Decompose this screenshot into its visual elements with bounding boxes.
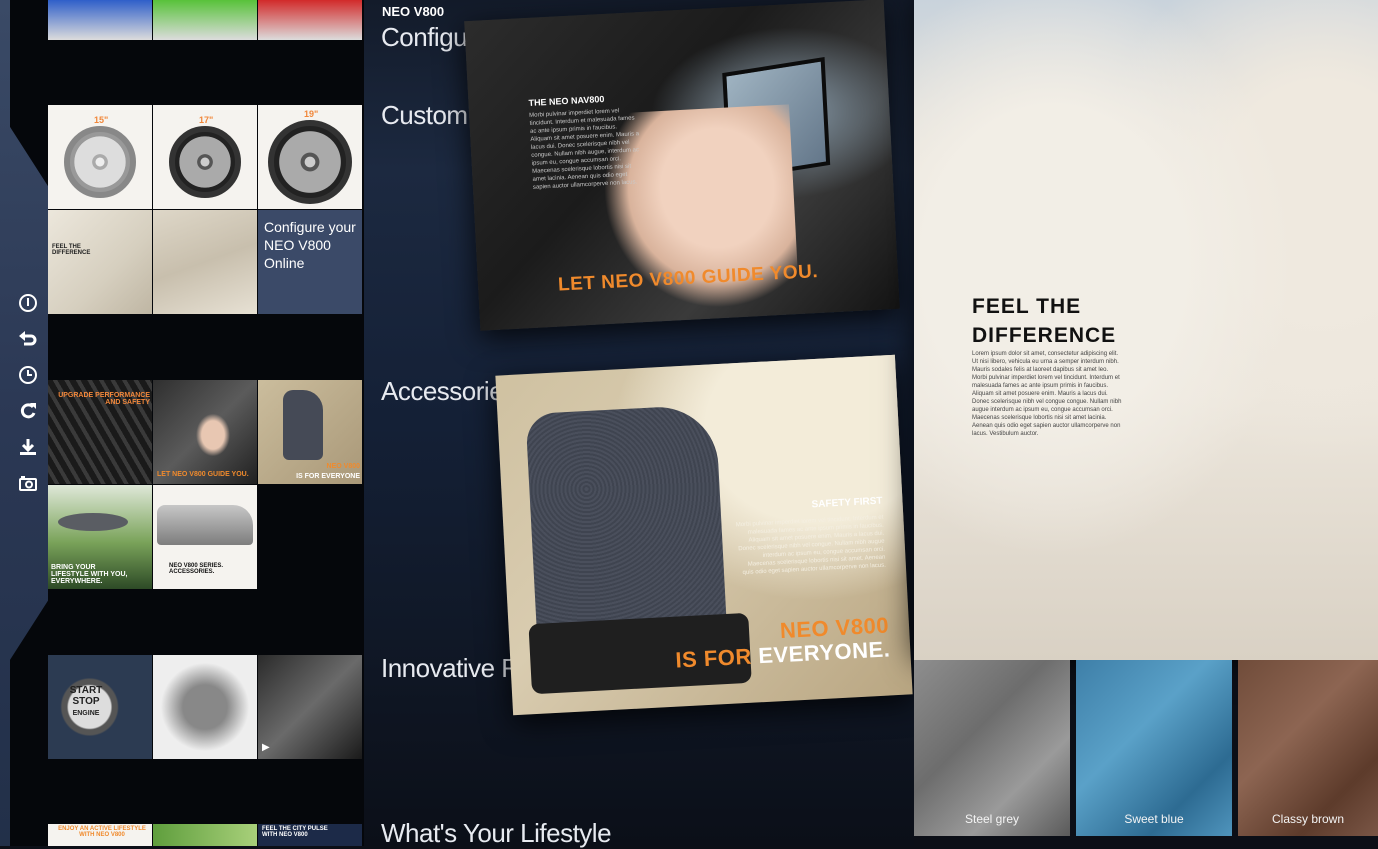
thumb-seat-interior[interactable]: FEEL THE DIFFERENCE <box>48 210 152 314</box>
thumb-frame-video[interactable]: ▶ <box>258 655 362 759</box>
swatch-sweet-blue[interactable]: Sweet blue <box>1076 660 1232 836</box>
kid-thumb-caption-2: IS FOR EVERYONE <box>296 473 360 480</box>
lifestyle-caption-2: FEEL THE CITY PULSE WITH NEO V800 <box>262 826 328 838</box>
thumb-engine[interactable] <box>153 655 257 759</box>
thumb-lifestyle-active[interactable]: ENJOY AN ACTIVE LIFESTYLE WITH NEO V800 <box>48 824 152 846</box>
wheel-image <box>268 120 352 205</box>
thumb-lifestyle-city[interactable]: FEEL THE CITY PULSE WITH NEO V800 <box>258 824 362 846</box>
back-button[interactable] <box>8 321 48 357</box>
roof-box-image <box>58 513 128 531</box>
section-configure[interactable]: Configu <box>381 22 468 53</box>
safety-card-slogan: NEO V800 IS FOR EVERYONE. <box>674 612 891 673</box>
thumbnail-column: 15" 17" 19" FEEL THE DIFFERENCE Configur… <box>48 0 364 846</box>
thumb-start-stop[interactable]: START STOP ENGINE <box>48 655 152 759</box>
toolbar <box>8 285 48 501</box>
thumb-wheel-17[interactable]: 17" <box>153 105 257 209</box>
slogan-line2: EVERYONE. <box>757 636 891 669</box>
engine-label: ENGINE <box>72 710 100 717</box>
accessories-caption: NEO V800 SERIES. ACCESSORIES. <box>169 563 224 575</box>
stop-label: STOP <box>72 696 100 707</box>
thumb-wheel-19[interactable]: 19" <box>258 105 362 209</box>
thumb-car-blue[interactable] <box>48 0 152 40</box>
thumb-lifestyle-nature[interactable] <box>153 824 257 846</box>
child-seat-image <box>283 390 323 460</box>
refresh-icon <box>20 403 36 419</box>
history-icon <box>19 366 37 384</box>
safety-card-heading: SAFETY FIRST <box>811 495 883 511</box>
hero-title-line1: FEEL THE <box>972 295 1082 318</box>
swatch-steel-grey[interactable]: Steel grey <box>914 660 1070 836</box>
thumb-roof-box[interactable]: BRING YOUR LIFESTYLE WITH YOU, EVERYWHER… <box>48 485 152 589</box>
thumb-tire[interactable]: UPGRADE PERFORMANCE AND SAFETY <box>48 380 152 484</box>
tire-caption: UPGRADE PERFORMANCE AND SAFETY <box>58 392 150 406</box>
brand-title: NEO V800 <box>382 4 445 19</box>
history-button[interactable] <box>8 357 48 393</box>
nav-card-body: Morbi pulvinar imperdiet lorem vel tinci… <box>529 108 640 191</box>
thumb-wheel-15[interactable]: 15" <box>48 105 152 209</box>
thumb-seat-caption: FEEL THE DIFFERENCE <box>52 244 91 256</box>
thumb-navigation[interactable]: LET NEO V800 GUIDE YOU. <box>153 380 257 484</box>
nav-thumb-caption: LET NEO V800 GUIDE YOU. <box>157 471 249 478</box>
swatch-label: Steel grey <box>964 812 1020 826</box>
hero-title-line2: DIFFERENCE <box>972 324 1117 347</box>
thumb-car-red[interactable] <box>258 0 362 40</box>
swatch-label: Classy brown <box>1271 812 1345 826</box>
swatch-classy-brown[interactable]: Classy brown <box>1238 660 1378 836</box>
lifestyle-caption-1: ENJOY AN ACTIVE LIFESTYLE WITH NEO V800 <box>58 826 146 838</box>
camera-icon <box>19 476 37 491</box>
slogan-line2-accent: IS FOR <box>674 643 753 673</box>
navigation-card[interactable]: THE NEO NAV800 Morbi pulvinar imperdiet … <box>464 0 900 331</box>
configure-online-label: Configure your NEO V800 Online <box>264 219 356 271</box>
safety-card-body: Morbi pulvinar imperdiet lorem vel tinci… <box>735 514 887 577</box>
refresh-button[interactable] <box>8 393 48 429</box>
thumb-accessories[interactable]: NEO V800 SERIES. ACCESSORIES. <box>153 485 257 589</box>
play-icon[interactable]: ▶ <box>262 742 270 753</box>
wheel-image <box>169 126 241 199</box>
section-lifestyle[interactable]: What's Your Lifestyle <box>381 818 612 849</box>
safety-card[interactable]: SAFETY FIRST Morbi pulvinar imperdiet lo… <box>495 354 913 716</box>
thumb-child-seat[interactable]: NEO V800 IS FOR EVERYONE <box>258 380 362 484</box>
thumb-seat-detail[interactable] <box>153 210 257 314</box>
hero-body: Lorem ipsum dolor sit amet, consectetur … <box>972 351 1122 437</box>
download-button[interactable] <box>8 429 48 465</box>
wheel-size-label: 17" <box>199 115 214 125</box>
section-innovative-features[interactable]: Innovative Fe <box>381 653 531 684</box>
thumb-car-green[interactable] <box>153 0 257 40</box>
hand-image <box>193 410 233 460</box>
camera-button[interactable] <box>8 465 48 501</box>
configure-online-link[interactable]: Configure your NEO V800 Online <box>258 210 362 314</box>
roofbox-caption: BRING YOUR LIFESTYLE WITH YOU, EVERYWHER… <box>51 564 128 585</box>
start-label: START <box>69 685 103 696</box>
back-icon <box>19 331 37 346</box>
wheel-image <box>64 126 136 199</box>
car-image <box>157 505 253 545</box>
download-icon <box>20 439 36 455</box>
info-icon <box>19 294 37 312</box>
hero-title: FEEL THE DIFFERENCE <box>972 292 1116 350</box>
nav-card-heading: THE NEO NAV800 <box>528 93 605 108</box>
start-stop-text: START STOP ENGINE <box>56 685 116 719</box>
wheel-size-label: 19" <box>304 109 319 119</box>
info-button[interactable] <box>8 285 48 321</box>
kid-thumb-caption-1: NEO V800 <box>326 463 360 470</box>
wheel-size-label: 15" <box>94 115 109 125</box>
swatch-label: Sweet blue <box>1124 812 1184 826</box>
section-customize[interactable]: Custom <box>381 100 468 131</box>
